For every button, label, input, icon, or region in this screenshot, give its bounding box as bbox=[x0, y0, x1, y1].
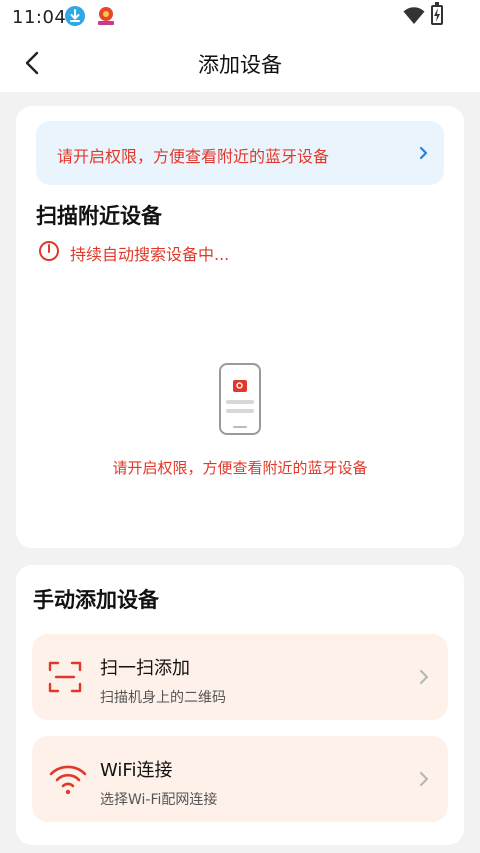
header-bar: 添加设备 bbox=[0, 34, 480, 92]
wifi-connect-label: WiFi连接 bbox=[100, 760, 173, 781]
wifi-icon bbox=[48, 762, 88, 800]
download-icon bbox=[65, 6, 85, 26]
scan-section-title: 扫描附近设备 bbox=[36, 204, 162, 228]
permission-banner[interactable]: 请开启权限，方便查看附近的蓝牙设备 bbox=[36, 121, 444, 185]
scan-add-subtitle: 扫描机身上的二维码 bbox=[100, 690, 226, 706]
empty-state-text: 请开启权限，方便查看附近的蓝牙设备 bbox=[112, 459, 368, 477]
scan-frame-icon bbox=[48, 660, 82, 698]
chevron-right-icon bbox=[418, 143, 430, 167]
manual-section-title: 手动添加设备 bbox=[33, 588, 159, 612]
chevron-right-icon bbox=[418, 667, 430, 691]
phone-illustration-icon bbox=[218, 362, 262, 440]
chevron-right-icon bbox=[418, 769, 430, 793]
wifi-connect-option[interactable]: WiFi连接 选择Wi-Fi配网连接 bbox=[32, 736, 448, 822]
status-bar: 11:04 bbox=[0, 0, 480, 34]
loading-indicator-icon bbox=[38, 240, 60, 266]
wifi-connect-subtitle: 选择Wi-Fi配网连接 bbox=[100, 792, 218, 808]
battery-charging-icon bbox=[431, 2, 443, 25]
permission-banner-text: 请开启权限，方便查看附近的蓝牙设备 bbox=[57, 147, 330, 166]
scan-add-label: 扫一扫添加 bbox=[100, 658, 190, 679]
scan-status-text: 持续自动搜索设备中... bbox=[70, 245, 230, 264]
scan-add-option[interactable]: 扫一扫添加 扫描机身上的二维码 bbox=[32, 634, 448, 720]
app-notification-icon bbox=[95, 5, 117, 27]
status-time: 11:04 bbox=[12, 7, 67, 28]
wifi-icon bbox=[403, 7, 425, 29]
page-title: 添加设备 bbox=[198, 53, 282, 77]
